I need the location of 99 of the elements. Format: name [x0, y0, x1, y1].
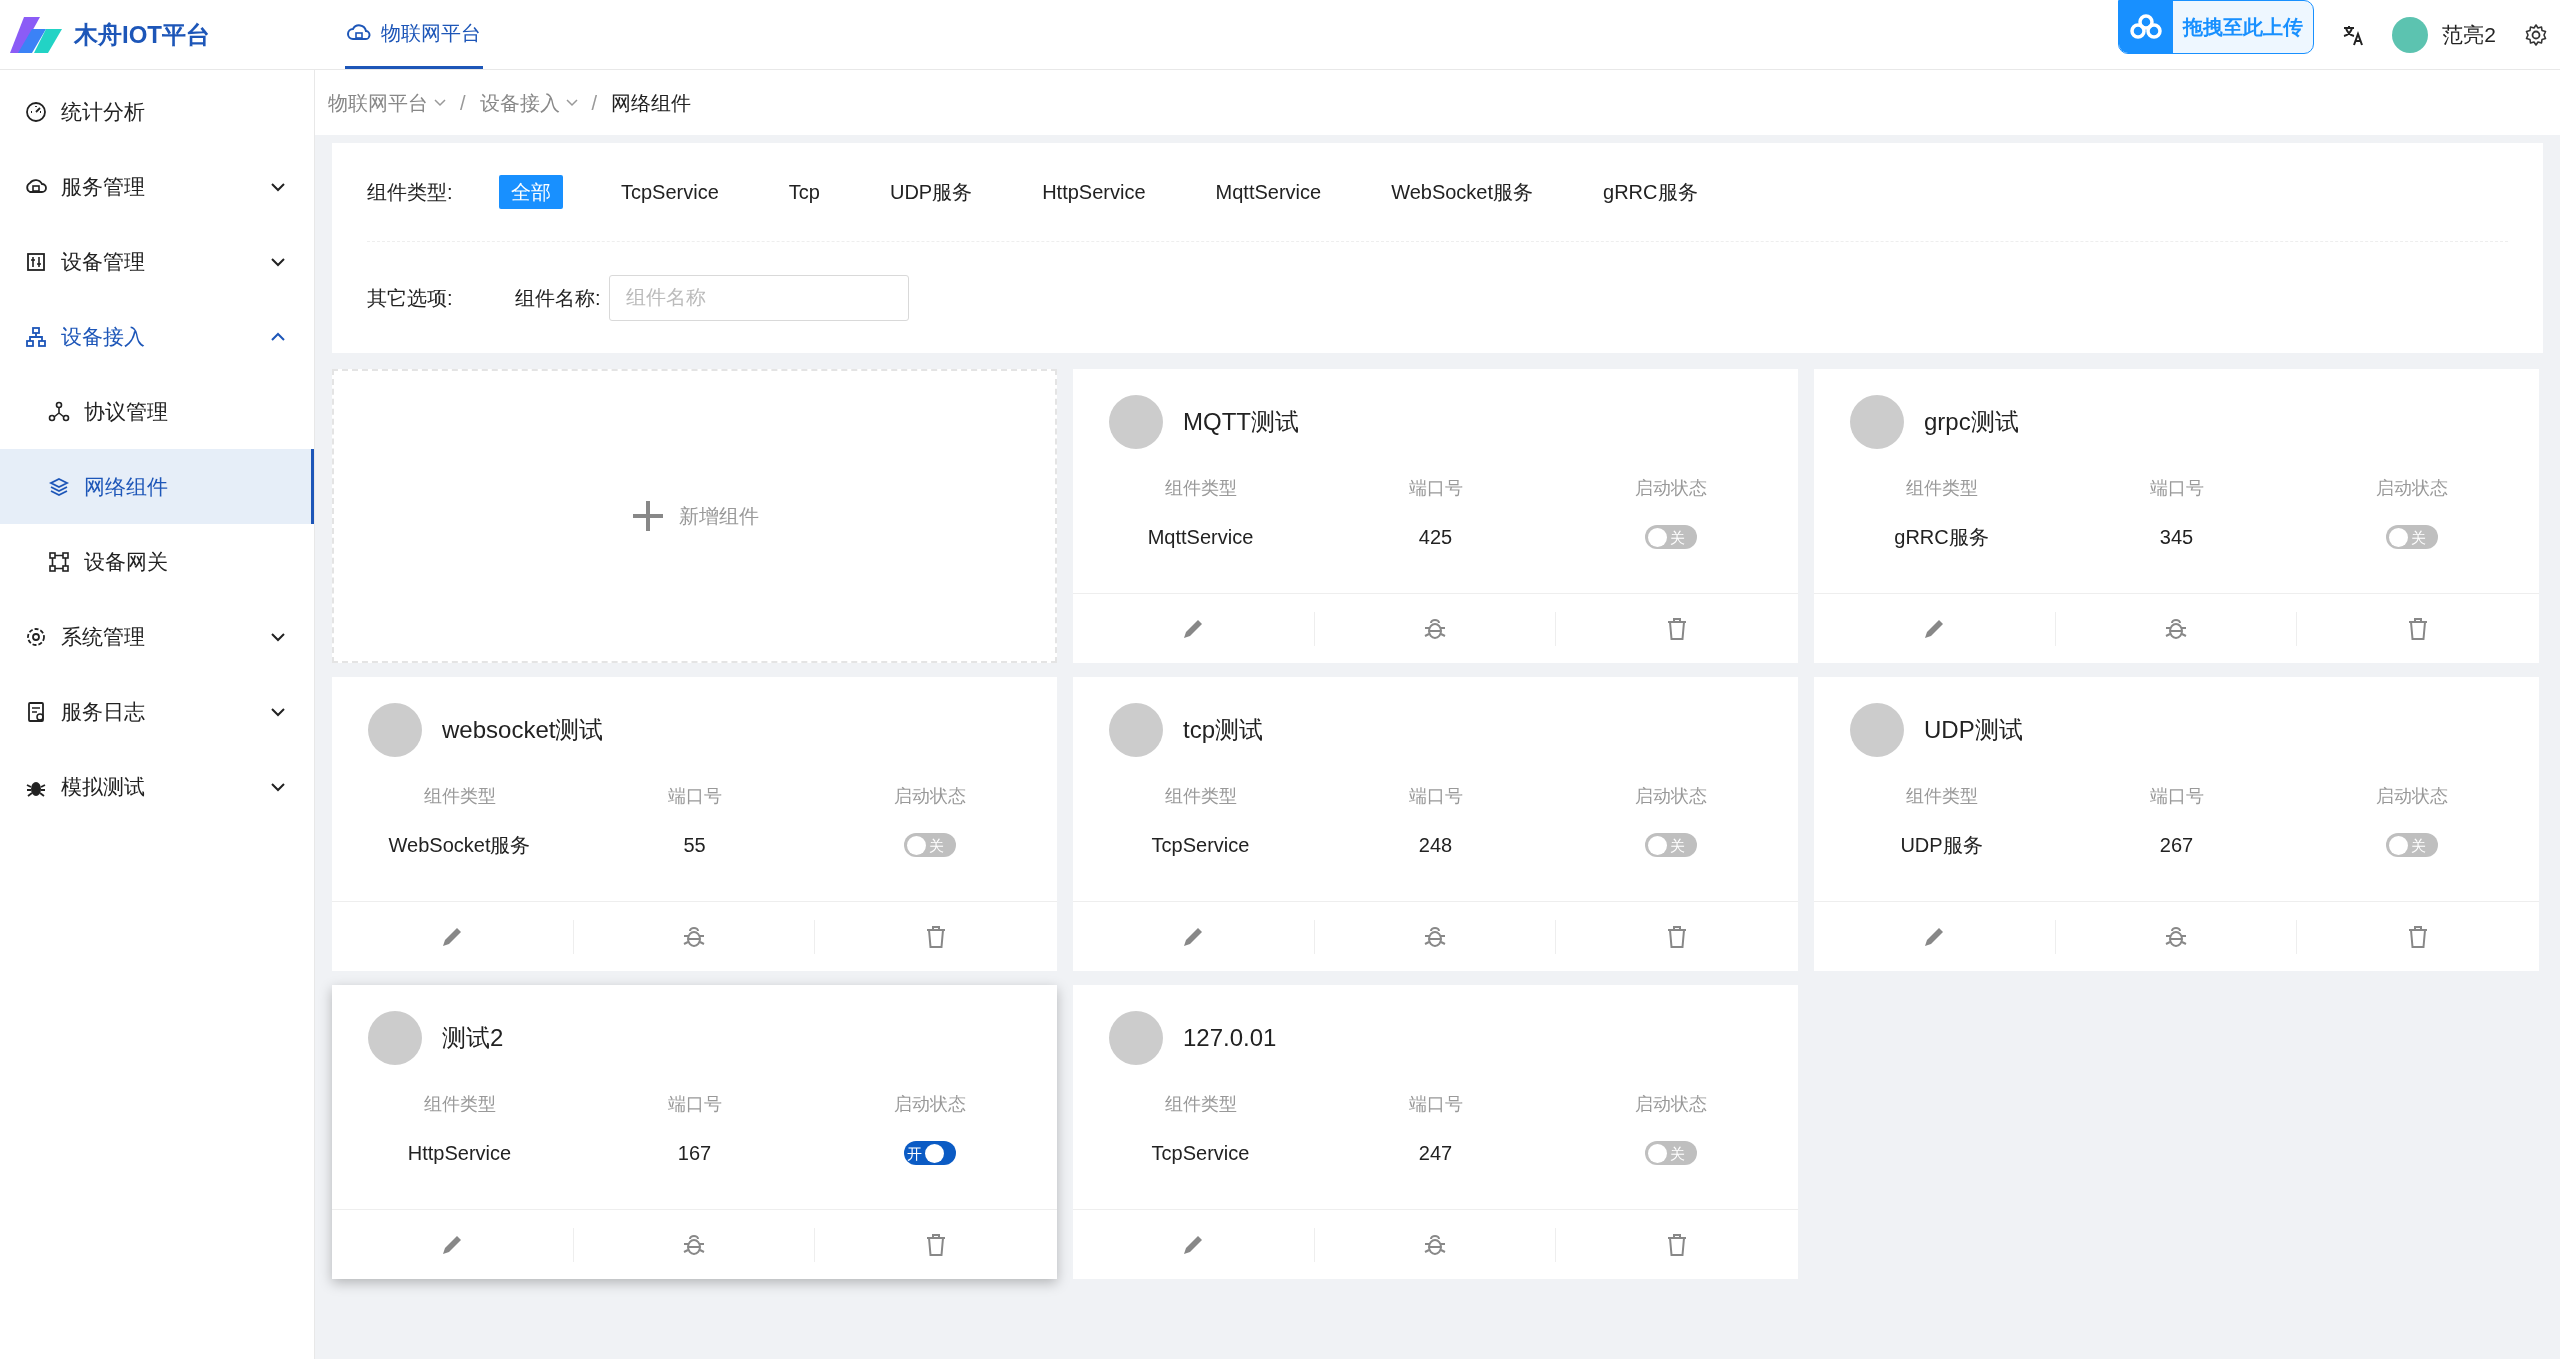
- field-label: 端口号: [667, 1093, 722, 1116]
- field-value: 248: [1418, 833, 1453, 858]
- sidebar-item[interactable]: 系统管理: [0, 599, 314, 674]
- field-label: 端口号: [1408, 477, 1463, 500]
- sidebar-item[interactable]: 网络组件: [0, 449, 314, 524]
- sidebar-item[interactable]: 设备网关: [0, 524, 314, 599]
- translate-icon[interactable]: [2342, 23, 2365, 46]
- field-label: 组件类型: [1164, 785, 1237, 808]
- filter-tag[interactable]: WebSocket服务: [1379, 175, 1546, 209]
- field-value: WebSocket服务: [388, 833, 531, 858]
- field-label: 端口号: [2149, 477, 2204, 500]
- gauge-icon: [25, 100, 47, 123]
- component-name: MQTT测试: [1183, 407, 1299, 437]
- square-nodes-icon: [48, 550, 70, 573]
- chevron-down-icon: [270, 256, 286, 267]
- field-label: 启动状态: [1634, 1093, 1707, 1116]
- chevron-up-icon: [270, 331, 286, 342]
- avatar: [368, 703, 422, 757]
- field-value: 247: [1418, 1141, 1453, 1166]
- avatar: [1109, 395, 1163, 449]
- chevron-down-icon: [270, 631, 286, 642]
- nodes-icon: [48, 400, 70, 423]
- field-value: MqttService: [1147, 525, 1254, 550]
- component-name: grpc测试: [1924, 407, 2019, 437]
- sidebar-item[interactable]: 统计分析: [0, 74, 314, 149]
- sidebar-item[interactable]: 设备管理: [0, 224, 314, 299]
- name-input-field[interactable]: 组件名称: [608, 274, 909, 321]
- chevron-down-icon: [270, 181, 286, 192]
- breadcrumb-separator: /: [590, 90, 599, 116]
- field-label: 启动状态: [2375, 477, 2448, 500]
- field-value: HttpService: [407, 1141, 512, 1166]
- filter-label: 组件类型:: [367, 180, 454, 205]
- field-label: 端口号: [1408, 785, 1463, 808]
- field-label: 组件类型: [423, 785, 496, 808]
- sidebar-item[interactable]: 服务日志: [0, 674, 314, 749]
- field-value: 345: [2159, 525, 2194, 550]
- avatar: [1850, 703, 1904, 757]
- breadcrumb-item[interactable]: 物联网平台: [328, 87, 446, 118]
- field-value: gRRC服务: [1894, 525, 1989, 550]
- field-value: 425: [1418, 525, 1453, 550]
- field-label: 组件类型: [1905, 785, 1978, 808]
- field-label: 组件类型: [1905, 477, 1978, 500]
- component-name: UDP测试: [1924, 715, 2023, 745]
- field-label: 组件类型: [423, 1093, 496, 1116]
- filter-tag[interactable]: UDP服务: [877, 175, 985, 209]
- sitemap-icon: [25, 325, 47, 348]
- logo-text: 木舟IOT平台: [74, 19, 210, 50]
- field-label: 组件名称:: [515, 285, 601, 311]
- field-value: UDP服务: [1900, 833, 1983, 858]
- breadcrumb-item: 网络组件: [611, 90, 692, 116]
- component-name: tcp测试: [1183, 715, 1263, 745]
- cloud-icon: [2130, 14, 2163, 40]
- filter-tag[interactable]: Tcp: [776, 175, 832, 209]
- field-label: 端口号: [2149, 785, 2204, 808]
- avatar: [1109, 703, 1163, 757]
- avatar: [368, 1011, 422, 1065]
- filter-tag[interactable]: TcpService: [609, 175, 731, 209]
- field-label: 组件类型: [1164, 1093, 1237, 1116]
- plus-icon: [630, 499, 665, 533]
- field-value: 267: [2159, 833, 2194, 858]
- field-label: 端口号: [667, 785, 722, 808]
- filter-label: 其它选项:: [367, 285, 454, 311]
- breadcrumb-item[interactable]: 设备接入: [479, 87, 578, 118]
- sidebar-item[interactable]: 模拟测试: [0, 749, 314, 824]
- field-value: TcpService: [1151, 833, 1250, 858]
- field-value: 55: [683, 833, 706, 858]
- chevron-down-icon: [270, 706, 286, 717]
- cloud-icon: [347, 23, 371, 43]
- field-label: 启动状态: [2375, 785, 2448, 808]
- filter-tag[interactable]: gRRC服务: [1591, 175, 1710, 209]
- filter-tag[interactable]: HttpService: [1030, 175, 1158, 209]
- layers-icon: [48, 475, 70, 498]
- user-name[interactable]: 范亮2: [2442, 18, 2496, 51]
- component-name: websocket测试: [442, 715, 604, 745]
- field-value: 167: [677, 1141, 712, 1166]
- avatar: [1109, 1011, 1163, 1065]
- field-value: TcpService: [1151, 1141, 1250, 1166]
- field-label: 端口号: [1408, 1093, 1463, 1116]
- component-name: 127.0.01: [1183, 1023, 1277, 1053]
- chevron-down-icon: [270, 781, 286, 792]
- logo-icon: [10, 14, 62, 55]
- document-icon: [25, 700, 47, 723]
- sidebar-item[interactable]: 设备接入: [0, 299, 314, 374]
- field-label: 启动状态: [1634, 785, 1707, 808]
- toggle-switch[interactable]: 开: [903, 1141, 956, 1165]
- avatar: [1850, 395, 1904, 449]
- caret-icon: [565, 98, 578, 107]
- sidebar-item[interactable]: 协议管理: [0, 374, 314, 449]
- field-label: 组件类型: [1164, 477, 1237, 500]
- avatar[interactable]: [2392, 16, 2429, 53]
- sliders-icon: [25, 250, 47, 273]
- field-label: 启动状态: [893, 785, 966, 808]
- filter-tag[interactable]: MqttService: [1203, 175, 1334, 209]
- caret-icon: [434, 98, 446, 107]
- component-name: 测试2: [442, 1023, 504, 1053]
- field-label: 启动状态: [893, 1093, 966, 1116]
- sidebar-item[interactable]: 服务管理: [0, 149, 314, 224]
- breadcrumb-separator: /: [459, 90, 467, 116]
- field-label: 启动状态: [1634, 477, 1707, 500]
